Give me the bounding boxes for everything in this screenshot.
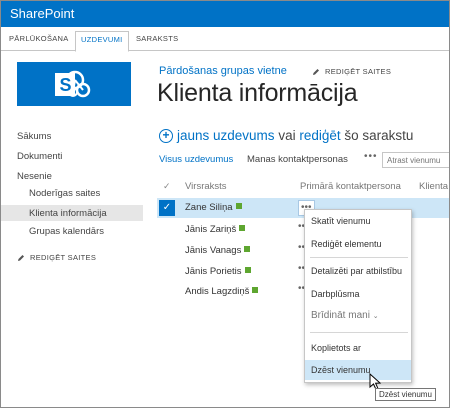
row-title-link[interactable]: Andis Lagzdiņš — [185, 286, 259, 297]
nav-item-customer-info[interactable]: Klienta informācija — [29, 208, 107, 219]
menu-item-shared-with[interactable]: Koplietots ar — [305, 338, 411, 358]
menu-item-view[interactable]: Skatīt vienumu — [305, 211, 411, 231]
nav-item-documents[interactable]: Dokumenti — [17, 151, 62, 162]
row-title-text: Jānis Porietis — [185, 266, 242, 277]
menu-item-delete[interactable]: Dzēst vienumu — [305, 360, 411, 380]
new-item-suffix: šo sarakstu — [340, 128, 414, 143]
new-item-connector: vai — [274, 128, 300, 143]
column-header-title[interactable]: Virsraksts — [185, 181, 227, 192]
new-task-link[interactable]: jauns uzdevums — [177, 128, 275, 143]
brand-label[interactable]: SharePoint — [10, 6, 74, 21]
edit-links-nav[interactable]: REDIĢĒT SAITES — [17, 253, 96, 262]
view-my-contacts[interactable]: Manas kontaktpersonas — [247, 154, 348, 165]
tab-browse[interactable]: PĀRLŪKOŠANA — [4, 31, 74, 51]
nav-item-team-calendar[interactable]: Grupas kalendārs — [29, 226, 104, 237]
row-title-link[interactable]: Jānis Zariņš — [185, 224, 246, 235]
tab-list[interactable]: SARAKSTS — [131, 31, 183, 51]
row-title-link[interactable]: Zane Siliņa — [185, 202, 242, 213]
sharepoint-window: SharePoint PĀRLŪKOŠANA UZDEVUMI SARAKSTS… — [0, 0, 450, 408]
new-badge-icon — [244, 246, 251, 253]
pencil-icon — [18, 254, 24, 261]
select-all-checkmark-icon[interactable]: ✓ — [163, 181, 171, 192]
suite-bar: SharePoint — [1, 1, 449, 27]
edit-list-link[interactable]: rediģēt — [299, 128, 340, 143]
site-logo[interactable]: S — [17, 62, 131, 106]
edit-links-nav-label: REDIĢĒT SAITES — [30, 253, 97, 262]
chevron-down-icon: ⌄ — [372, 313, 379, 320]
row-title-text: Andis Lagzdiņš — [185, 286, 250, 297]
sharepoint-logo-icon: S — [55, 70, 91, 98]
more-views-icon[interactable]: ••• — [364, 151, 378, 162]
tooltip: Dzēst vienumu — [375, 388, 436, 401]
search-input[interactable] — [382, 152, 449, 168]
column-header-client[interactable]: Klienta — [419, 181, 448, 192]
page-title: Klienta informācija — [157, 79, 358, 107]
pencil-icon — [313, 68, 319, 75]
new-badge-icon — [244, 267, 251, 274]
row-title-text: Jānis Vanags — [185, 245, 242, 256]
menu-item-alert-me-label: Brīdināt mani — [311, 310, 370, 321]
menu-separator — [310, 332, 408, 333]
row-title-text: Jānis Zariņš — [185, 224, 237, 235]
view-all-tasks[interactable]: Visus uzdevumus — [159, 154, 233, 165]
menu-item-workflow[interactable]: Darbplūsma — [305, 284, 411, 304]
add-icon[interactable]: + — [159, 128, 173, 143]
menu-item-compliance[interactable]: Detalizēti par atbilstību — [305, 261, 411, 281]
site-breadcrumb-link[interactable]: Pārdošanas grupas vietne — [159, 65, 287, 77]
svg-text:S: S — [60, 75, 72, 95]
menu-item-edit[interactable]: Rediģēt elementu — [305, 234, 411, 254]
edit-links-top[interactable]: REDIĢĒT SAITES — [312, 67, 391, 76]
row-title-text: Zane Siliņa — [185, 202, 233, 213]
new-badge-icon — [239, 225, 246, 232]
row-title-link[interactable]: Jānis Vanags — [185, 245, 251, 256]
row-check-icon[interactable]: ✓ — [159, 200, 175, 216]
tab-items[interactable]: UZDEVUMI — [75, 31, 129, 52]
nav-item-useful-links[interactable]: Noderīgas saites — [29, 188, 100, 199]
edit-links-label: REDIĢĒT SAITES — [325, 67, 392, 76]
column-header-contact[interactable]: Primārā kontaktpersona — [300, 181, 401, 192]
menu-separator — [310, 257, 408, 258]
menu-item-alert-me[interactable]: Brīdināt mani ⌄ — [305, 306, 411, 326]
item-context-menu: Skatīt vienumu Rediģēt elementu Detalizē… — [304, 209, 412, 383]
new-badge-icon — [235, 203, 242, 210]
ribbon-tabs: PĀRLŪKOŠANA UZDEVUMI SARAKSTS — [1, 27, 449, 52]
new-badge-icon — [252, 287, 259, 294]
nav-item-recent[interactable]: Nesenie — [17, 171, 52, 182]
row-title-link[interactable]: Jānis Porietis — [185, 266, 251, 277]
nav-item-home[interactable]: Sākums — [17, 131, 51, 142]
new-item-bar: + jauns uzdevums vai rediģēt šo sarakstu — [159, 128, 413, 143]
